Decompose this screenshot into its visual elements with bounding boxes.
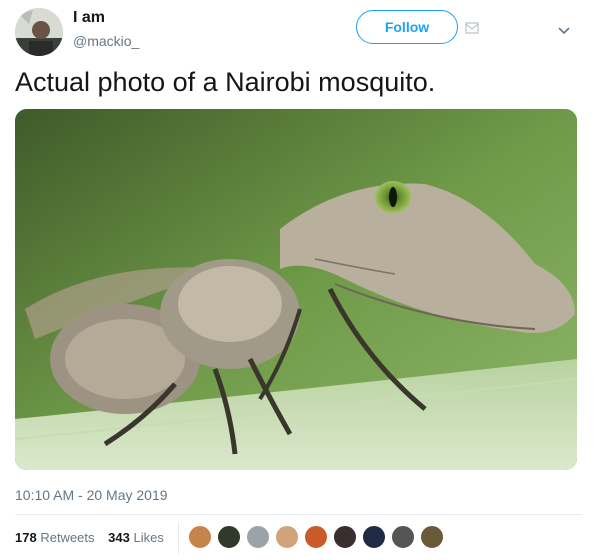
liker-avatar[interactable] xyxy=(362,525,386,549)
liker-avatar[interactable] xyxy=(217,525,241,549)
tweet-text: Actual photo of a Nairobi mosquito. xyxy=(15,67,436,97)
liker-avatar[interactable] xyxy=(333,525,357,549)
liker-avatar[interactable] xyxy=(420,525,444,549)
liker-avatar[interactable] xyxy=(304,525,328,549)
divider xyxy=(15,514,582,515)
liker-avatar[interactable] xyxy=(275,525,299,549)
liker-avatar[interactable] xyxy=(391,525,415,549)
avatar-image xyxy=(15,8,63,56)
display-name[interactable]: I am xyxy=(73,9,105,27)
likes-stat[interactable]: 343 Likes xyxy=(108,530,164,545)
retweets-count: 178 xyxy=(15,530,37,545)
tweet-stats: 178 Retweets 343 Likes xyxy=(15,530,174,545)
liker-avatar[interactable] xyxy=(246,525,270,549)
retweets-stat[interactable]: 178 Retweets xyxy=(15,530,95,545)
stats-separator xyxy=(178,522,179,554)
avatar[interactable] xyxy=(15,8,63,56)
envelope-icon[interactable] xyxy=(465,21,479,35)
tweet-timestamp[interactable]: 10:10 AM - 20 May 2019 xyxy=(15,487,168,503)
chevron-down-icon[interactable] xyxy=(557,23,571,35)
retweets-label: Retweets xyxy=(40,530,95,545)
liker-avatar[interactable] xyxy=(188,525,212,549)
likes-count: 343 xyxy=(108,530,130,545)
user-handle[interactable]: @mackio_ xyxy=(73,33,139,49)
tweet-photo[interactable] xyxy=(15,109,577,470)
likes-label: Likes xyxy=(133,530,164,545)
follow-button[interactable]: Follow xyxy=(356,10,458,44)
